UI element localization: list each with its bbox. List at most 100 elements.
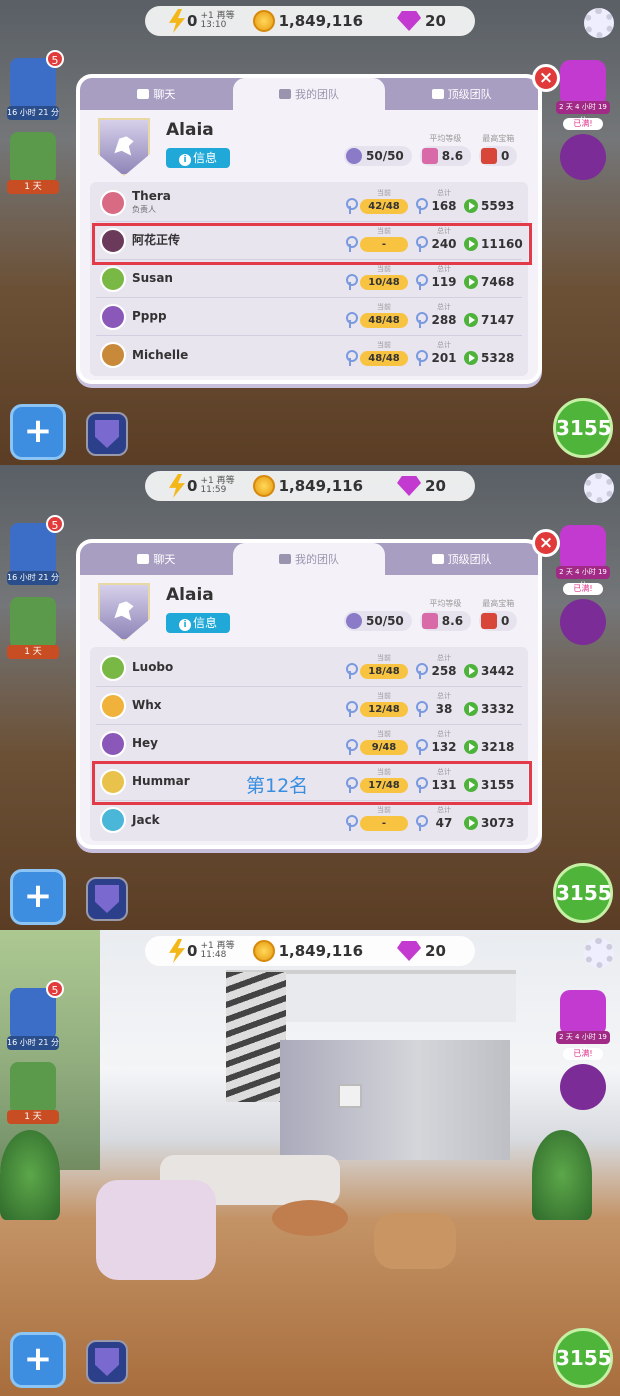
tasks-button[interactable]: 5 16 小时 21 分 — [7, 515, 64, 585]
member-list[interactable]: Thera 负责人 当前 42/48 总计 168 5593 阿花正传 当前 - 总计 240 1116… — [90, 182, 528, 376]
close-button[interactable]: × — [532, 529, 560, 557]
member-list[interactable]: Luobo 当前 18/48 总计 258 3442 Whx 当前 12/48 总计 38 3332 H… — [90, 647, 528, 841]
member-row[interactable]: Hummar 第12名 当前 17/48 总计 131 3155 — [96, 763, 522, 801]
tab-my-team[interactable]: 我的团队 — [232, 78, 386, 110]
key-icon — [414, 739, 428, 755]
level-score-button[interactable]: 3155 — [553, 1328, 613, 1388]
level-icon — [421, 148, 438, 164]
piggy-full-label: 已满! — [563, 1048, 603, 1060]
energy-counter[interactable]: 0 +1 再等 11:48 — [167, 939, 235, 963]
gem-balance[interactable]: 20 — [425, 942, 446, 960]
event-button[interactable]: 1 天 — [7, 597, 59, 659]
coin-balance[interactable]: 1,849,116 — [279, 942, 363, 960]
team-info-button[interactable]: i 信息 — [166, 148, 230, 168]
level-score-button[interactable]: 3155 — [553, 398, 613, 458]
total-keys: 总计 119 — [431, 265, 457, 289]
tasks-timer: 16 小时 21 分 — [7, 106, 59, 120]
member-row[interactable]: Michelle 当前 48/48 总计 201 5328 — [96, 336, 522, 374]
energy-value: 0 — [187, 942, 198, 960]
home-build-button[interactable]: + — [10, 869, 66, 925]
gem-offer-button[interactable]: 2 天 4 小时 19 分 — [556, 60, 610, 124]
modal-tabs: 聊天 我的团队 顶级团队 — [80, 543, 538, 575]
settings-gear-icon[interactable] — [584, 938, 614, 968]
home-build-button[interactable]: + — [10, 1332, 66, 1388]
tab-chat[interactable]: 聊天 — [80, 78, 233, 110]
settings-gear-icon[interactable] — [584, 8, 614, 38]
coin-icon — [252, 10, 275, 32]
member-row[interactable]: 阿花正传 当前 - 总计 240 11160 — [96, 222, 523, 260]
screenshot-panel-1: 0 +1 再等 13:10 1,849,116 20 5 16 小时 21 分 1 … — [0, 0, 620, 465]
plant-right[interactable] — [532, 1130, 592, 1220]
team-crest-icon — [98, 583, 150, 641]
member-row[interactable]: Luobo 当前 18/48 总计 258 3442 — [96, 649, 522, 687]
member-avatar — [100, 227, 126, 254]
team-shield-icon — [95, 420, 119, 448]
event-days: 1 天 — [7, 180, 59, 194]
event-button[interactable]: 1 天 — [7, 1062, 59, 1124]
member-score: 3442 — [464, 664, 514, 678]
current-progress: 当前 42/48 — [360, 189, 408, 214]
home-build-button[interactable]: + — [10, 404, 66, 460]
close-button[interactable]: × — [532, 64, 560, 92]
gem-balance[interactable]: 20 — [425, 12, 446, 30]
coin-balance[interactable]: 1,849,116 — [279, 12, 363, 30]
team-shield-button[interactable] — [86, 1340, 128, 1384]
key-icon — [344, 777, 358, 793]
tab-top-teams[interactable]: 顶级团队 — [385, 543, 538, 575]
avg-level-stat: 平均等级 8.6 — [419, 134, 472, 166]
energy-counter[interactable]: 0 +1 再等 13:10 — [167, 9, 235, 33]
settings-gear-icon[interactable] — [584, 473, 614, 503]
play-icon — [464, 199, 478, 213]
current-progress: 当前 9/48 — [360, 730, 408, 755]
members-icon — [346, 148, 362, 164]
info-icon: i — [178, 619, 191, 631]
tasks-button[interactable]: 5 16 小时 21 分 — [7, 50, 64, 120]
member-row[interactable]: Jack 当前 - 总计 47 3073 — [96, 801, 522, 839]
coin-icon — [252, 940, 275, 962]
level-score-button[interactable]: 3155 — [553, 863, 613, 923]
piggy-bank-button[interactable]: 已满! — [560, 1048, 606, 1110]
gem-icon — [397, 476, 422, 496]
team-shield-button[interactable] — [86, 877, 128, 921]
member-avatar — [100, 265, 126, 292]
member-score: 5593 — [464, 199, 514, 213]
coin-balance[interactable]: 1,849,116 — [279, 477, 363, 495]
event-button[interactable]: 1 天 — [7, 132, 59, 194]
member-row[interactable]: Whx 当前 12/48 总计 38 3332 — [96, 687, 522, 725]
piggy-bank-button[interactable]: 已满! — [560, 583, 606, 645]
member-row[interactable]: Hey 当前 9/48 总计 132 3218 — [96, 725, 522, 763]
tab-chat[interactable]: 聊天 — [80, 543, 233, 575]
floor-lamp[interactable] — [338, 1084, 362, 1108]
coffee-table[interactable] — [272, 1200, 348, 1236]
tasks-button[interactable]: 5 16 小时 21 分 — [7, 980, 64, 1050]
piggy-bank-button[interactable]: 已满! — [560, 118, 606, 180]
current-progress: 当前 - — [360, 227, 408, 252]
team-shield-button[interactable] — [86, 412, 128, 456]
current-progress: 当前 10/48 — [360, 265, 408, 290]
gem-balance[interactable]: 20 — [425, 477, 446, 495]
energy-bolt-icon — [169, 9, 185, 33]
member-row[interactable]: Pppp 当前 48/48 总计 288 7147 — [96, 298, 522, 336]
plant-left[interactable] — [0, 1130, 60, 1220]
members-stat: 50/50 — [344, 146, 412, 166]
event-days: 1 天 — [7, 645, 59, 659]
team-info-button[interactable]: i 信息 — [166, 613, 230, 633]
team-stats: 50/50 平均等级 8.6 最高宝箱 0 — [344, 599, 518, 631]
energy-counter[interactable]: 0 +1 再等 11:59 — [167, 474, 235, 498]
energy-refill-timer: 11:59 — [200, 485, 227, 495]
member-score: 3218 — [464, 740, 514, 754]
member-row[interactable]: Susan 当前 10/48 总计 119 7468 — [96, 260, 522, 298]
energy-bolt-icon — [169, 474, 185, 498]
gem-offer-button[interactable]: 2 天 4 小时 19 分 — [556, 525, 610, 589]
member-score: 3332 — [464, 702, 514, 716]
tab-top-teams[interactable]: 顶级团队 — [385, 78, 538, 110]
member-avatar — [100, 342, 126, 368]
key-icon — [414, 777, 428, 793]
member-score: 11160 — [464, 237, 523, 251]
gem-offer-button[interactable]: 2 天 4 小时 19 分 — [556, 990, 610, 1054]
armchair[interactable] — [96, 1180, 216, 1280]
pouf[interactable] — [374, 1213, 456, 1269]
key-icon — [344, 350, 358, 366]
member-row[interactable]: Thera 负责人 当前 42/48 总计 168 5593 — [96, 184, 522, 222]
tab-my-team[interactable]: 我的团队 — [232, 543, 386, 575]
